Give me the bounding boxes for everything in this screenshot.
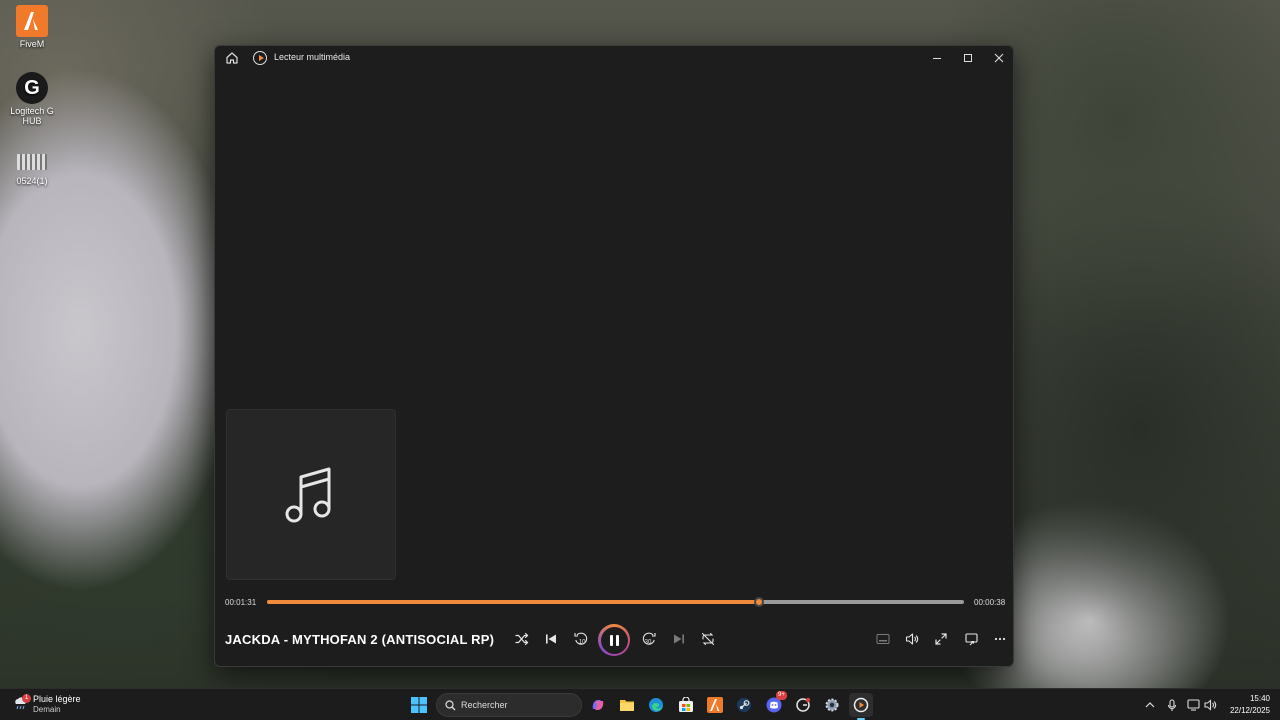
remaining-time: 00:00:38 xyxy=(974,598,1006,607)
volume-button[interactable] xyxy=(900,627,924,651)
play-pause-button[interactable] xyxy=(598,624,630,656)
maximize-button[interactable] xyxy=(953,46,983,70)
volume-icon xyxy=(905,633,919,645)
previous-icon xyxy=(546,634,556,644)
taskbar-copilot[interactable] xyxy=(586,693,610,717)
desktop-icon-video-file[interactable]: 0524(1) xyxy=(0,146,64,186)
tray-microphone[interactable] xyxy=(1162,693,1182,717)
clock-time[interactable]: 15:40 xyxy=(1230,694,1270,703)
start-button[interactable] xyxy=(407,693,431,717)
shuffle-button[interactable] xyxy=(510,627,534,651)
taskbar-discord[interactable]: 9+ xyxy=(762,691,787,717)
taskbar-file-explorer[interactable] xyxy=(615,693,639,717)
search-input[interactable] xyxy=(461,700,571,710)
close-icon xyxy=(994,53,1004,63)
seek-thumb[interactable] xyxy=(753,597,764,607)
discord-badge: 9+ xyxy=(776,691,787,700)
copilot-icon xyxy=(592,700,604,710)
fullscreen-button[interactable] xyxy=(929,627,953,651)
miniplayer-icon xyxy=(876,634,890,644)
skip-forward-seconds: 30 xyxy=(645,640,652,646)
miniplayer-button[interactable] xyxy=(871,627,895,651)
weather-day: Demain xyxy=(33,705,61,714)
minimize-button[interactable] xyxy=(922,46,952,70)
settings-icon xyxy=(825,698,839,712)
taskbar-settings[interactable] xyxy=(820,693,844,717)
elapsed-time: 00:01:31 xyxy=(225,598,257,607)
desktop-icon-logitech-ghub[interactable]: G Logitech G HUB xyxy=(0,72,64,126)
weather-widget[interactable]: 1 Pluie légère Demain xyxy=(12,693,132,717)
next-button[interactable] xyxy=(667,627,691,651)
desktop-icon-label: FiveM xyxy=(19,39,45,49)
track-title: JACKDA - MYTHOFAN 2 (ANTISOCIAL RP) xyxy=(225,632,495,647)
cast-icon xyxy=(964,632,978,645)
fivem-icon xyxy=(707,697,723,713)
shuffle-icon xyxy=(515,632,529,646)
album-art[interactable] xyxy=(226,409,396,580)
start-icon xyxy=(411,697,427,713)
next-icon xyxy=(674,634,684,644)
seek-bar[interactable] xyxy=(267,597,964,607)
repeat-button[interactable] xyxy=(696,627,720,651)
skip-back-seconds: 10 xyxy=(579,640,586,646)
taskbar-steam[interactable] xyxy=(732,693,756,717)
window-title: Lecteur multimédia xyxy=(274,52,351,62)
skip-forward-30-icon: 30 xyxy=(642,632,656,646)
taskbar-store[interactable] xyxy=(674,693,698,717)
minimize-icon xyxy=(933,57,941,59)
steam-icon xyxy=(737,698,751,712)
tray-overflow-button[interactable] xyxy=(1140,693,1160,717)
taskbar-edge[interactable] xyxy=(644,693,668,717)
search-icon xyxy=(445,699,456,710)
tray-volume[interactable] xyxy=(1200,693,1220,717)
desktop-icon-label: Logitech G HUB xyxy=(10,106,54,126)
logitech-ghub-icon: G xyxy=(16,72,48,104)
pause-icon xyxy=(600,626,628,654)
desktop-icon-label: 0524(1) xyxy=(16,176,48,186)
taskbar-media-player[interactable] xyxy=(849,693,873,717)
more-icon xyxy=(994,637,1006,641)
taskbar-search[interactable] xyxy=(436,693,582,717)
desktop-icon-fivem[interactable]: FiveM xyxy=(0,5,64,49)
edge-icon xyxy=(649,698,663,712)
close-button[interactable] xyxy=(984,46,1014,70)
volume-icon xyxy=(1203,699,1216,711)
music-note-icon xyxy=(285,467,331,522)
cast-button[interactable] xyxy=(959,627,983,651)
skip-forward-button[interactable]: 30 xyxy=(637,627,661,651)
title-bar[interactable]: Lecteur multimédia xyxy=(215,46,1013,70)
taskbar-ghub[interactable] xyxy=(791,693,815,717)
fullscreen-icon xyxy=(935,633,947,645)
media-player-app-icon xyxy=(253,51,267,65)
weather-badge: 1 xyxy=(22,694,31,703)
home-icon[interactable] xyxy=(224,50,240,66)
maximize-icon xyxy=(964,54,972,62)
fivem-icon xyxy=(16,5,48,37)
network-icon xyxy=(1186,699,1200,711)
skip-back-button[interactable]: 10 xyxy=(569,627,593,651)
media-player-window: Lecteur multimédia 00:01:31 00:00:38 JAC… xyxy=(214,45,1014,667)
store-icon xyxy=(679,697,693,712)
taskbar: 1 Pluie légère Demain 9+ xyxy=(0,688,1280,720)
repeat-off-icon xyxy=(701,632,715,646)
weather-condition: Pluie légère xyxy=(33,694,81,704)
media-player-icon xyxy=(853,697,869,713)
ghub-icon xyxy=(796,697,811,712)
microphone-icon xyxy=(1167,698,1177,711)
video-file-icon xyxy=(17,154,47,170)
clock-date[interactable]: 22/12/2025 xyxy=(1220,706,1270,715)
chevron-up-icon xyxy=(1145,702,1155,708)
seek-bar-progress xyxy=(267,600,759,604)
file-explorer-icon xyxy=(620,700,634,711)
previous-button[interactable] xyxy=(539,627,563,651)
more-options-button[interactable] xyxy=(988,627,1012,651)
taskbar-fivem[interactable] xyxy=(703,693,727,717)
skip-back-10-icon: 10 xyxy=(574,632,588,646)
